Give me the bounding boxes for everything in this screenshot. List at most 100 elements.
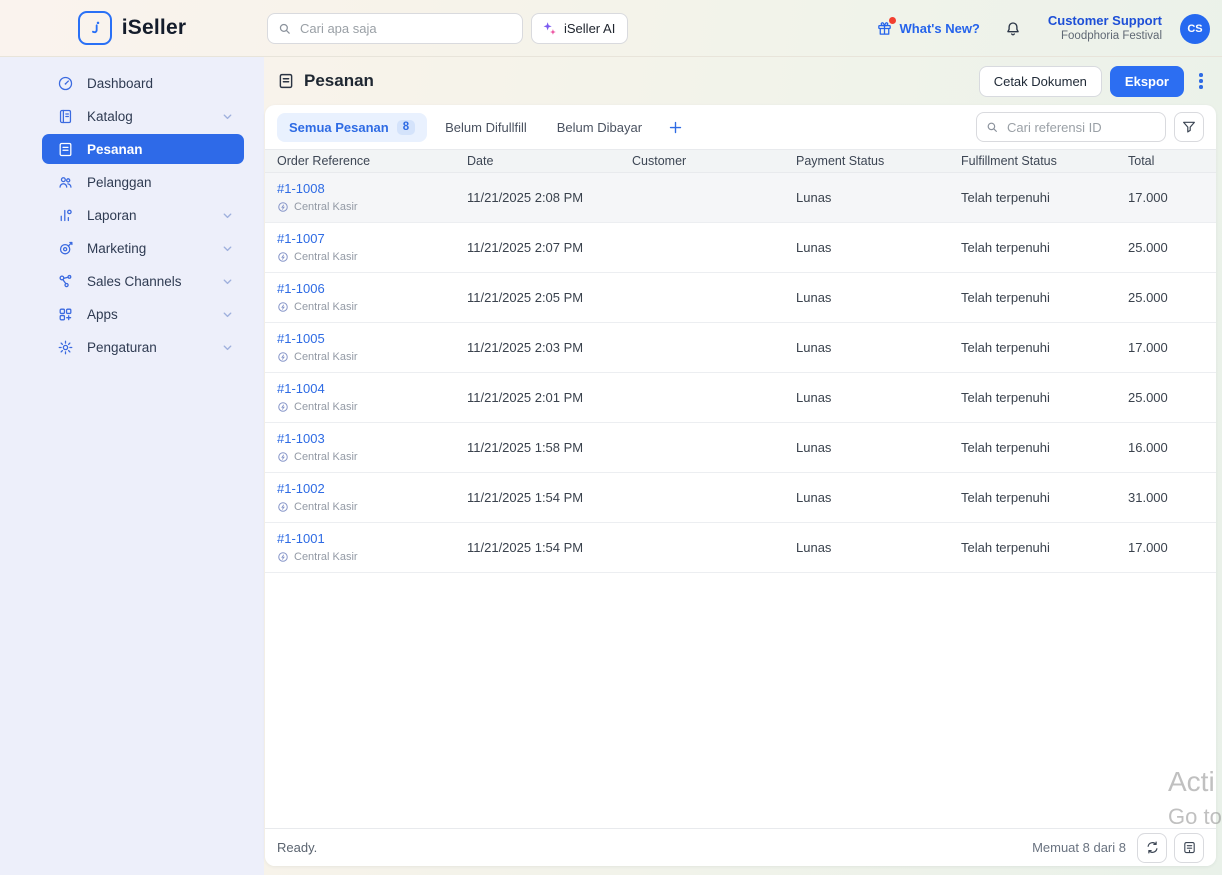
print-document-button[interactable]: Cetak Dokumen bbox=[978, 65, 1102, 97]
chevron-down-icon bbox=[221, 242, 234, 255]
table-header: Order Reference Date Customer Payment Statu… bbox=[265, 149, 1216, 173]
order-total: 25.000 bbox=[1128, 240, 1168, 255]
reference-search-input[interactable] bbox=[976, 112, 1166, 142]
sidebar-item-laporan[interactable]: Laporan bbox=[42, 200, 244, 230]
chevron-down-icon bbox=[221, 341, 234, 354]
bell-icon[interactable] bbox=[1004, 20, 1022, 38]
order-reference-link[interactable]: #1-1004 bbox=[277, 380, 325, 398]
order-total: 31.000 bbox=[1128, 490, 1168, 505]
order-reference-cell: #1-1003 Central Kasir bbox=[277, 430, 467, 464]
order-row-1-1006[interactable]: #1-1006 Central Kasir 11/21/2025 2:05 PM Lu… bbox=[265, 273, 1216, 323]
search-icon bbox=[985, 120, 999, 134]
sidebar-item-label: Apps bbox=[87, 306, 118, 322]
order-channel: Central Kasir bbox=[277, 400, 467, 415]
order-reference-link[interactable]: #1-1002 bbox=[277, 480, 325, 498]
avatar[interactable]: CS bbox=[1180, 13, 1210, 44]
order-reference-link[interactable]: #1-1005 bbox=[277, 330, 325, 348]
chevron-down-icon bbox=[221, 110, 234, 123]
order-row-1-1004[interactable]: #1-1004 Central Kasir 11/21/2025 2:01 PM Lu… bbox=[265, 373, 1216, 423]
search-icon bbox=[277, 21, 292, 36]
column-header-customer: Customer bbox=[632, 154, 687, 168]
order-reference-cell: #1-1004 Central Kasir bbox=[277, 380, 467, 414]
iseller-ai-button[interactable]: iSeller AI bbox=[531, 13, 629, 44]
sidebar-item-katalog[interactable]: Katalog bbox=[42, 101, 244, 131]
settings-icon bbox=[57, 339, 74, 356]
order-row-1-1007[interactable]: #1-1007 Central Kasir 11/21/2025 2:07 PM Lu… bbox=[265, 223, 1216, 273]
sidebar-item-label: Laporan bbox=[87, 207, 137, 223]
account-store: Foodphoria Festival bbox=[1061, 30, 1162, 43]
order-row-1-1008[interactable]: #1-1008 Central Kasir 11/21/2025 2:08 PM Lu… bbox=[265, 173, 1216, 223]
channel-label: Central Kasir bbox=[294, 300, 358, 313]
account-name: Customer Support bbox=[1047, 13, 1162, 29]
order-date: 11/21/2025 2:05 PM bbox=[467, 290, 584, 305]
pos-channel-icon bbox=[277, 251, 289, 263]
column-header-total: Total bbox=[1128, 154, 1155, 168]
pos-channel-icon bbox=[277, 451, 289, 463]
iseller-logo-icon bbox=[77, 11, 112, 45]
sidebar-item-pengaturan[interactable]: Pengaturan bbox=[42, 332, 244, 362]
page-actions: Cetak Dokumen Ekspor bbox=[978, 65, 1210, 97]
refresh-button[interactable] bbox=[1137, 832, 1167, 863]
tab-belum-difullfill[interactable]: Belum Difullfill bbox=[433, 113, 539, 142]
payment-status: Lunas bbox=[796, 390, 832, 405]
tab-label: Belum Difullfill bbox=[445, 119, 527, 135]
sidebar-item-label: Katalog bbox=[87, 108, 133, 124]
order-date: 11/21/2025 2:07 PM bbox=[467, 240, 584, 255]
chevron-down-icon bbox=[221, 209, 234, 222]
order-reference-link[interactable]: #1-1001 bbox=[277, 530, 325, 548]
order-reference-link[interactable]: #1-1007 bbox=[277, 230, 325, 248]
reference-search bbox=[976, 112, 1166, 142]
sidebar: Dashboard Katalog Pesanan Pelanggan Laporan M… bbox=[0, 57, 264, 875]
fulfillment-status: Telah terpenuhi bbox=[961, 240, 1050, 255]
order-reference-cell: #1-1008 Central Kasir bbox=[277, 180, 467, 214]
sidebar-item-pesanan[interactable]: Pesanan bbox=[42, 134, 244, 164]
order-row-1-1003[interactable]: #1-1003 Central Kasir 11/21/2025 1:58 PM Lu… bbox=[265, 423, 1216, 473]
pos-channel-icon bbox=[277, 201, 289, 213]
tab-label: Semua Pesanan bbox=[289, 119, 389, 135]
pos-channel-icon bbox=[277, 501, 289, 513]
sidebar-item-label: Pelanggan bbox=[87, 174, 152, 190]
whats-new-button[interactable]: What's New? bbox=[876, 17, 980, 37]
order-reference-link[interactable]: #1-1008 bbox=[277, 180, 325, 198]
sidebar-item-label: Pengaturan bbox=[87, 339, 157, 355]
order-row-1-1005[interactable]: #1-1005 Central Kasir 11/21/2025 2:03 PM Lu… bbox=[265, 323, 1216, 373]
order-total: 17.000 bbox=[1128, 540, 1168, 555]
order-date: 11/21/2025 1:58 PM bbox=[467, 440, 584, 455]
receipt-icon bbox=[1182, 840, 1197, 855]
sidebar-item-pelanggan[interactable]: Pelanggan bbox=[42, 167, 244, 197]
global-search-input[interactable] bbox=[267, 13, 523, 44]
filter-button[interactable] bbox=[1174, 112, 1204, 142]
payment-status: Lunas bbox=[796, 190, 832, 205]
pos-channel-icon bbox=[277, 351, 289, 363]
tab-belum-dibayar[interactable]: Belum Dibayar bbox=[545, 113, 654, 142]
orders-card: Semua Pesanan 8 Belum Difullfill Belum Diba… bbox=[265, 105, 1216, 866]
column-header-order-reference: Order Reference bbox=[277, 154, 371, 168]
add-tab-button[interactable] bbox=[668, 120, 683, 135]
sidebar-item-marketing[interactable]: Marketing bbox=[42, 233, 244, 263]
order-row-1-1002[interactable]: #1-1002 Central Kasir 11/21/2025 1:54 PM Lu… bbox=[265, 473, 1216, 523]
order-reference-link[interactable]: #1-1006 bbox=[277, 280, 325, 298]
order-reference-link[interactable]: #1-1003 bbox=[277, 430, 325, 448]
order-row-1-1001[interactable]: #1-1001 Central Kasir 11/21/2025 1:54 PM Lu… bbox=[265, 523, 1216, 573]
more-options-button[interactable] bbox=[1192, 66, 1210, 97]
catalog-icon bbox=[57, 108, 74, 125]
fulfillment-status: Telah terpenuhi bbox=[961, 340, 1050, 355]
payment-status: Lunas bbox=[796, 440, 832, 455]
channel-label: Central Kasir bbox=[294, 450, 358, 463]
sidebar-item-dashboard[interactable]: Dashboard bbox=[42, 68, 244, 98]
sidebar-item-apps[interactable]: Apps bbox=[42, 299, 244, 329]
order-channel: Central Kasir bbox=[277, 450, 467, 465]
ai-button-label: iSeller AI bbox=[564, 21, 616, 36]
sidebar-item-sales-channels[interactable]: Sales Channels bbox=[42, 266, 244, 296]
tab-label: Belum Dibayar bbox=[556, 119, 643, 135]
pos-channel-icon bbox=[277, 551, 289, 563]
tab-semua-pesanan[interactable]: Semua Pesanan 8 bbox=[277, 112, 428, 142]
payment-status: Lunas bbox=[796, 540, 832, 555]
main-content: Pesanan Cetak Dokumen Ekspor Semua Pesan… bbox=[264, 57, 1222, 875]
export-button[interactable]: Ekspor bbox=[1109, 65, 1184, 97]
toolbar-right bbox=[976, 112, 1204, 142]
brand[interactable]: iSeller bbox=[0, 11, 264, 45]
sidebar-item-label: Dashboard bbox=[87, 75, 154, 91]
receipt-view-button[interactable] bbox=[1174, 832, 1204, 863]
account-menu[interactable]: Customer Support Foodphoria Festival bbox=[1048, 13, 1162, 44]
